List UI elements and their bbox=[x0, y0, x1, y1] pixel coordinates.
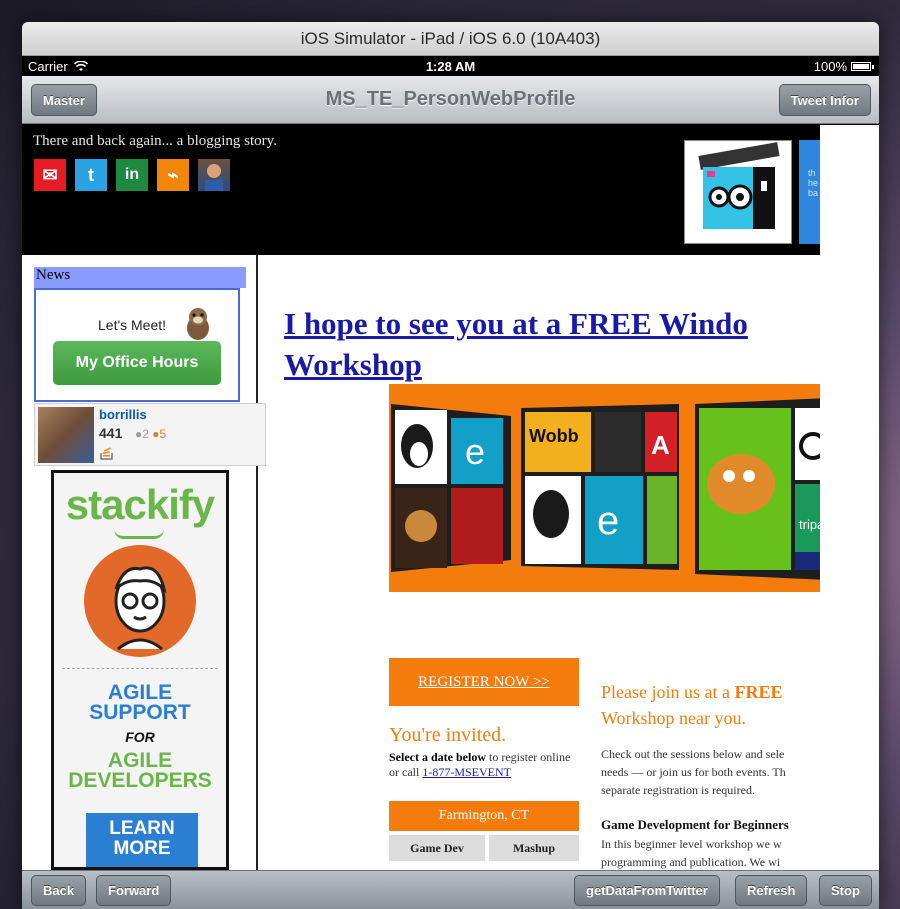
post-content: I hope to see you at a FREE Windo Worksh… bbox=[260, 255, 820, 870]
silver-badge-count: ●2 bbox=[135, 427, 149, 441]
stackoverflow-icon bbox=[100, 447, 113, 460]
generation-side-panel: th he ba bbox=[799, 140, 820, 244]
table-header-mashup: Mashup bbox=[489, 835, 579, 861]
join-free: FREE bbox=[734, 682, 783, 702]
get-data-from-twitter-button[interactable]: getDataFromTwitter bbox=[574, 875, 720, 906]
stackify-ad[interactable]: stackify AGILE SUPPORT FOR AGILE DEVELOP… bbox=[51, 470, 229, 870]
windows-apps-hero-image: e Wobb A e trip bbox=[389, 384, 820, 592]
ad-line-agile-support: AGILE SUPPORT bbox=[89, 681, 191, 724]
refresh-button[interactable]: Refresh bbox=[735, 875, 808, 906]
forward-button[interactable]: Forward bbox=[96, 875, 172, 906]
svg-text:A: A bbox=[651, 430, 670, 460]
bronze-badge-count: ●5 bbox=[152, 427, 167, 441]
so-badges: ●2 ●5 bbox=[135, 427, 166, 441]
linkedin-icon[interactable]: in bbox=[116, 159, 148, 191]
learn-more-button[interactable]: LEARN MORE bbox=[86, 813, 198, 867]
check-line3: separate registration is required. bbox=[601, 783, 755, 797]
post-title-line2[interactable]: Workshop bbox=[284, 344, 820, 385]
user-avatar bbox=[38, 407, 94, 463]
check-line1: Check out the sessions below and sele bbox=[601, 747, 785, 761]
invited-heading: You're invited. bbox=[389, 724, 507, 746]
post-title-link[interactable]: I hope to see you at a FREE Windo Worksh… bbox=[284, 303, 820, 385]
ios-status-bar: Carrier 1:28 AM 100% bbox=[22, 56, 879, 76]
author-avatar-icon[interactable] bbox=[198, 159, 230, 191]
join-us-heading: Please join us at a FREE Workshop near y… bbox=[601, 679, 820, 731]
table-header-game-dev: Game Dev bbox=[389, 835, 485, 861]
select-date-bold: Select a date below bbox=[389, 750, 486, 764]
ad-line-agile-developers: AGILE DEVELOPERS bbox=[68, 749, 212, 792]
web-view[interactable]: There and back again... a blogging story… bbox=[22, 125, 879, 870]
web-page: There and back again... a blogging story… bbox=[22, 125, 820, 870]
battery-status: 100% bbox=[813, 58, 874, 74]
tweet-info-button[interactable]: Tweet Infor bbox=[778, 84, 871, 116]
select-date-text: Select a date below to register online o… bbox=[389, 750, 579, 780]
stackify-logo: stackify bbox=[65, 481, 215, 528]
check-out-text: Check out the sessions below and sele ne… bbox=[601, 745, 820, 799]
svg-text:e: e bbox=[465, 431, 485, 472]
ad-divider bbox=[62, 668, 218, 669]
back-button[interactable]: Back bbox=[31, 875, 87, 906]
so-username[interactable]: borrillis bbox=[99, 407, 147, 422]
status-time: 1:28 AM bbox=[425, 58, 476, 74]
simulator-window: iOS Simulator - iPad / iOS 6.0 (10A403) … bbox=[22, 22, 879, 909]
svg-text:tripa: tripa bbox=[799, 517, 820, 532]
battery-percent: 100% bbox=[813, 58, 847, 74]
register-now-button[interactable]: REGISTER NOW >> bbox=[389, 658, 579, 706]
ad-line-for: FOR bbox=[125, 729, 155, 745]
game-dev-heading: Game Development for Beginners bbox=[601, 817, 789, 832]
game-dev-description: In this beginner level workshop we w pro… bbox=[601, 835, 820, 870]
navigation-bar: Master MS_TE_PersonWebProfile Tweet Info… bbox=[22, 76, 879, 124]
generation-app-logo[interactable] bbox=[684, 140, 792, 244]
stackoverflow-flair[interactable]: borrillis 441 ●2 ●5 bbox=[34, 403, 266, 466]
svg-text:Wobb: Wobb bbox=[529, 426, 579, 446]
social-links: ✉ t in ⌁ bbox=[34, 159, 230, 191]
simulator-titlebar: iOS Simulator - iPad / iOS 6.0 (10A403) bbox=[22, 22, 879, 56]
blog-sidebar: News Let's Meet! My Office Hours borrill… bbox=[22, 255, 266, 870]
office-hours-button[interactable]: My Office Hours bbox=[53, 341, 221, 385]
developer-face-icon bbox=[84, 545, 196, 657]
phone-link[interactable]: 1-877-MSEVENT bbox=[422, 765, 511, 779]
game-line1: In this beginner level workshop we w bbox=[601, 837, 782, 851]
stop-button[interactable]: Stop bbox=[819, 875, 872, 906]
nav-title: MS_TE_PersonWebProfile bbox=[325, 88, 576, 110]
lets-meet-label: Let's Meet! bbox=[98, 317, 167, 333]
otter-mascot-icon bbox=[187, 308, 209, 340]
simulator-title: iOS Simulator - iPad / iOS 6.0 (10A403) bbox=[300, 28, 601, 48]
bottom-toolbar: Back Forward getDataFromTwitter Refresh … bbox=[22, 870, 879, 909]
join-line2: Workshop near you. bbox=[601, 708, 747, 728]
twitter-icon[interactable]: t bbox=[75, 159, 107, 191]
svg-text:e: e bbox=[597, 499, 619, 543]
blog-tagline: There and back again... a blogging story… bbox=[33, 133, 277, 149]
post-title-line1[interactable]: I hope to see you at a FREE Windo bbox=[284, 303, 820, 344]
rss-icon[interactable]: ⌁ bbox=[157, 159, 189, 191]
game-line2: programming and publication. We wi bbox=[601, 855, 781, 869]
event-city-header: Farmington, CT bbox=[389, 801, 579, 831]
email-icon[interactable]: ✉ bbox=[34, 159, 66, 191]
battery-icon bbox=[851, 61, 874, 71]
office-hours-widget: Let's Meet! My Office Hours bbox=[34, 288, 240, 402]
join-prefix: Please join us at a bbox=[601, 682, 735, 702]
stackify-smile-icon bbox=[114, 529, 164, 539]
check-line2: needs — or join us for both events. Th bbox=[601, 765, 786, 779]
so-reputation: 441 bbox=[99, 425, 123, 441]
news-heading: News bbox=[34, 267, 246, 288]
blog-header: There and back again... a blogging story… bbox=[22, 125, 820, 255]
